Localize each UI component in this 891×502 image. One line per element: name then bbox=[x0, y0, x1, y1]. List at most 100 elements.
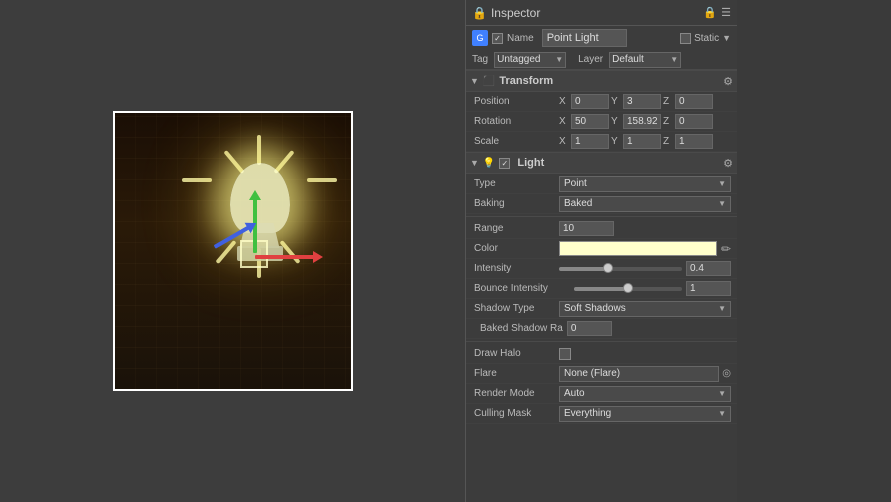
tag-value: Untagged bbox=[497, 54, 540, 65]
baked-shadow-input[interactable] bbox=[567, 321, 612, 336]
position-y-input[interactable] bbox=[623, 94, 661, 109]
transform-section-header[interactable]: ▼ ⬛ Transform ⚙ bbox=[466, 70, 737, 92]
bounce-slider-track[interactable] bbox=[574, 287, 682, 291]
x-axis-arrow[interactable] bbox=[255, 255, 315, 259]
range-input[interactable] bbox=[559, 221, 614, 236]
render-mode-select[interactable]: Auto ▼ bbox=[559, 386, 731, 402]
pos-y-label: Y bbox=[611, 96, 621, 107]
transform-gear-icon[interactable]: ⚙ bbox=[723, 75, 733, 88]
intensity-slider-fill bbox=[559, 267, 608, 271]
baking-value: Baked bbox=[564, 198, 592, 209]
scale-y-input[interactable] bbox=[623, 134, 661, 149]
static-dropdown-arrow[interactable]: ▼ bbox=[722, 33, 731, 43]
intensity-input[interactable] bbox=[686, 261, 731, 276]
layer-value: Default bbox=[612, 54, 644, 65]
light-gear-icon[interactable]: ⚙ bbox=[723, 157, 733, 170]
render-mode-label: Render Mode bbox=[474, 388, 559, 399]
layer-arrow: ▼ bbox=[670, 55, 678, 64]
intensity-row: Intensity bbox=[466, 259, 737, 279]
transform-fold-icon[interactable]: ▼ bbox=[470, 76, 479, 86]
position-xyz: X Y Z bbox=[559, 94, 731, 109]
intensity-slider-container bbox=[559, 261, 731, 276]
color-swatch[interactable] bbox=[559, 241, 717, 256]
rotation-y-input[interactable] bbox=[623, 114, 661, 129]
type-select[interactable]: Point ▼ bbox=[559, 176, 731, 192]
inspector-header: 🔒 Inspector 🔒 ☰ bbox=[466, 0, 737, 26]
type-arrow: ▼ bbox=[718, 179, 726, 188]
ray-left bbox=[182, 178, 212, 182]
tag-arrow: ▼ bbox=[555, 55, 563, 64]
rotation-z-input[interactable] bbox=[675, 114, 713, 129]
menu-icon[interactable]: ☰ bbox=[721, 6, 731, 19]
intensity-slider-track[interactable] bbox=[559, 267, 682, 271]
lock-icon[interactable]: 🔒 bbox=[703, 6, 717, 19]
flare-value: None (Flare) bbox=[564, 368, 620, 379]
range-row: Range bbox=[466, 219, 737, 239]
shadow-type-select[interactable]: Soft Shadows ▼ bbox=[559, 301, 731, 317]
baking-select[interactable]: Baked ▼ bbox=[559, 196, 731, 212]
rotation-label: Rotation bbox=[474, 116, 559, 127]
shadow-type-label: Shadow Type bbox=[474, 303, 559, 314]
pos-z-label: Z bbox=[663, 96, 673, 107]
light-fold-icon[interactable]: ▼ bbox=[470, 158, 479, 168]
render-mode-arrow: ▼ bbox=[718, 389, 726, 398]
baking-row: Baking Baked ▼ bbox=[466, 194, 737, 214]
culling-mask-label: Culling Mask bbox=[474, 408, 559, 419]
light-enabled-checkbox[interactable] bbox=[499, 158, 510, 169]
bounce-slider-thumb[interactable] bbox=[623, 283, 633, 293]
baking-arrow: ▼ bbox=[718, 199, 726, 208]
position-x-input[interactable] bbox=[571, 94, 609, 109]
flare-target-icon[interactable]: ◎ bbox=[722, 368, 731, 379]
shadow-type-row: Shadow Type Soft Shadows ▼ bbox=[466, 299, 737, 319]
scale-xyz: X Y Z bbox=[559, 134, 731, 149]
transform-title: Transform bbox=[499, 75, 553, 87]
light-section-header[interactable]: ▼ 💡 Light ⚙ bbox=[466, 152, 737, 174]
draw-halo-label: Draw Halo bbox=[474, 348, 559, 359]
tag-select[interactable]: Untagged ▼ bbox=[494, 52, 566, 68]
active-checkbox[interactable] bbox=[492, 33, 503, 44]
baked-shadow-label: Baked Shadow Ra bbox=[480, 323, 563, 334]
draw-halo-checkbox[interactable] bbox=[559, 348, 571, 360]
bounce-intensity-row: Bounce Intensity bbox=[466, 279, 737, 299]
inspector-title: Inspector bbox=[491, 6, 540, 20]
intensity-slider-thumb[interactable] bbox=[603, 263, 613, 273]
static-checkbox[interactable] bbox=[680, 33, 691, 44]
scale-label: Scale bbox=[474, 136, 559, 147]
rot-y-label: Y bbox=[611, 116, 621, 127]
type-value: Point bbox=[564, 178, 587, 189]
position-z-input[interactable] bbox=[675, 94, 713, 109]
flare-label: Flare bbox=[474, 368, 559, 379]
light-title: Light bbox=[517, 157, 544, 169]
inspector-icon: 🔒 bbox=[472, 6, 487, 20]
ray-top bbox=[257, 135, 261, 165]
bounce-input[interactable] bbox=[686, 281, 731, 296]
name-input[interactable] bbox=[542, 29, 627, 47]
light-bulb-icon: 💡 bbox=[483, 158, 495, 169]
culling-mask-arrow: ▼ bbox=[718, 409, 726, 418]
viewport-panel bbox=[0, 0, 465, 502]
render-mode-value: Auto bbox=[564, 388, 585, 399]
scale-z-input[interactable] bbox=[675, 134, 713, 149]
bounce-intensity-label: Bounce Intensity bbox=[474, 283, 574, 294]
baking-label: Baking bbox=[474, 198, 559, 209]
scene-viewport[interactable] bbox=[113, 111, 353, 391]
transform-position-icon: ⬛ bbox=[483, 76, 495, 87]
divider-2 bbox=[466, 341, 737, 342]
culling-mask-row: Culling Mask Everything ▼ bbox=[466, 404, 737, 424]
shadow-type-value: Soft Shadows bbox=[564, 303, 626, 314]
rotation-x-input[interactable] bbox=[571, 114, 609, 129]
bounce-slider-fill bbox=[574, 287, 628, 291]
layer-select[interactable]: Default ▼ bbox=[609, 52, 681, 68]
baked-shadow-row: Baked Shadow Ra bbox=[466, 319, 737, 339]
position-label: Position bbox=[474, 96, 559, 107]
scale-x-input[interactable] bbox=[571, 134, 609, 149]
culling-mask-select[interactable]: Everything ▼ bbox=[559, 406, 731, 422]
color-picker-icon[interactable]: ✏ bbox=[721, 242, 731, 256]
scale-x-label: X bbox=[559, 136, 569, 147]
position-row: Position X Y Z bbox=[466, 92, 737, 112]
scale-y-label: Y bbox=[611, 136, 621, 147]
inspector-toolbar: 🔒 ☰ bbox=[703, 6, 731, 19]
rot-x-label: X bbox=[559, 116, 569, 127]
type-label: Type bbox=[474, 178, 559, 189]
flare-select[interactable]: None (Flare) bbox=[559, 366, 719, 382]
